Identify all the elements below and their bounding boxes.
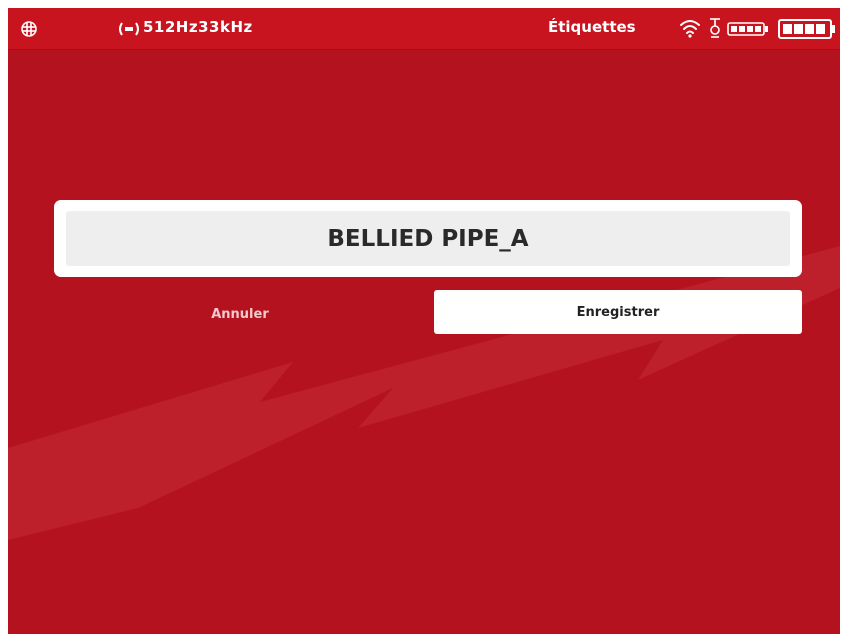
save-button[interactable]: Enregistrer: [434, 290, 802, 334]
device-screen: 512Hz33kHz Étiquettes BELLIED PIPE_A Ann…: [8, 8, 840, 634]
antenna-icon: [710, 18, 720, 38]
top-strip: [0, 0, 848, 8]
label-card: BELLIED PIPE_A: [54, 200, 802, 277]
cancel-button[interactable]: Annuler: [160, 293, 320, 335]
wifi-icon: [680, 20, 700, 38]
page-title: Étiquettes: [548, 18, 636, 36]
frequency-readout: 512Hz33kHz: [143, 18, 253, 36]
label-name-field[interactable]: BELLIED PIPE_A: [66, 211, 790, 266]
status-bar: 512Hz33kHz Étiquettes: [8, 8, 840, 50]
battery-full-icon: [778, 19, 835, 39]
signal-icon: [119, 22, 139, 36]
grid-icon[interactable]: [20, 20, 38, 38]
battery-icon: [727, 22, 768, 36]
